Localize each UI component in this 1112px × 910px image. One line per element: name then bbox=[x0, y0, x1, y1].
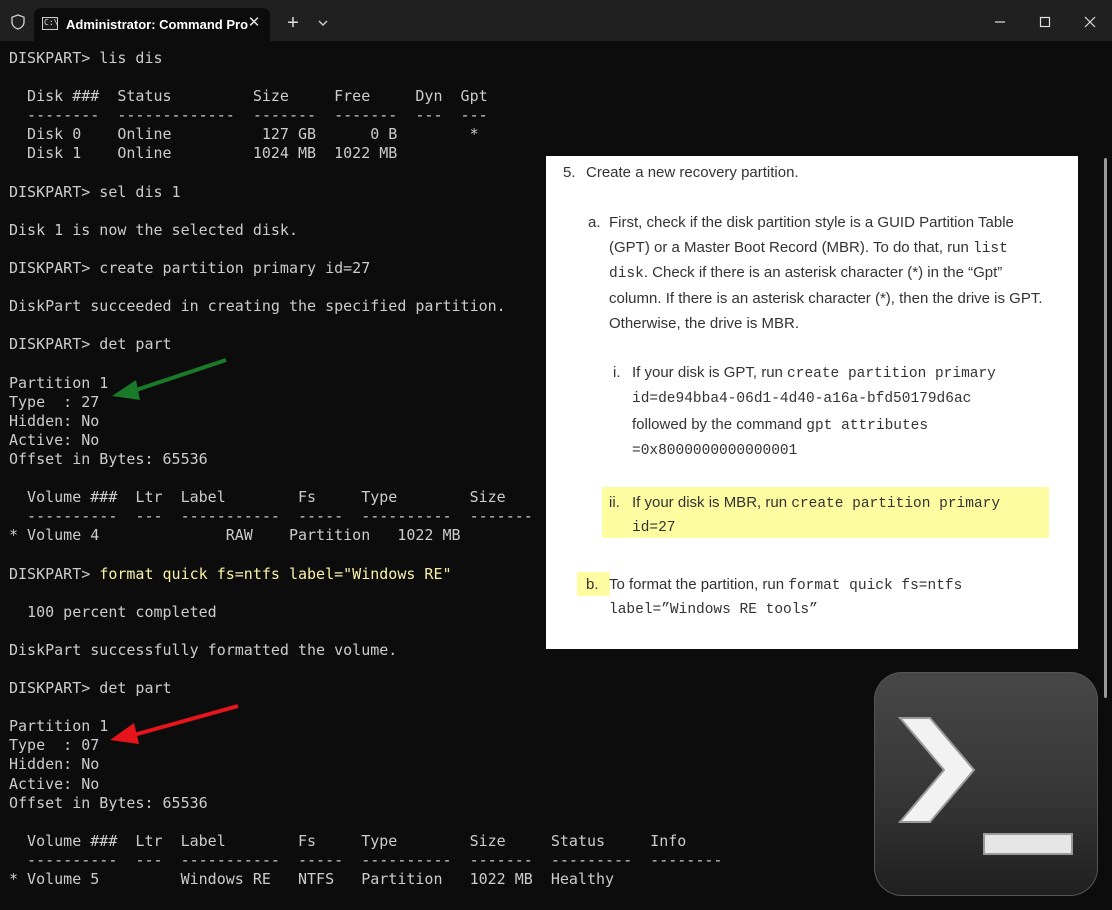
substep-label: ii. bbox=[609, 494, 620, 511]
terminal-line: Volume ### Ltr Label Fs Type Size Status… bbox=[9, 831, 687, 850]
terminal-tab-icon: C:\ bbox=[42, 17, 58, 30]
substep-label: i. bbox=[613, 364, 621, 381]
terminal-line: Active: No bbox=[9, 774, 100, 793]
substep-text: If your disk is MBR, run create partitio… bbox=[632, 494, 1001, 512]
code-text: id=de94bba4-06d1-4d40-a16a-bfd50179d6ac bbox=[632, 391, 972, 407]
terminal-command: format quick fs=ntfs label="Windows RE" bbox=[99, 564, 452, 583]
substep-text: disk. Check if there is an asterisk char… bbox=[609, 264, 1003, 282]
shield-icon bbox=[11, 14, 25, 30]
substep-label: a. bbox=[588, 214, 601, 231]
title-bar: C:\ Administrator: Command Pro ✕ + bbox=[0, 0, 1112, 41]
code-text: =0x8000000000000001 bbox=[632, 443, 798, 459]
terminal-line: Disk ### Status Size Free Dyn Gpt bbox=[9, 87, 488, 106]
code-text: id=27 bbox=[632, 520, 676, 536]
code-text: label=”Windows RE tools” bbox=[609, 602, 818, 618]
substep-text: To format the partition, run format quic… bbox=[609, 576, 963, 594]
step-title: Create a new recovery partition. bbox=[586, 164, 799, 181]
green-arrow-icon bbox=[112, 358, 227, 400]
terminal-line: * Volume 5 Windows RE NTFS Partition 102… bbox=[9, 870, 615, 889]
window-close-icon[interactable] bbox=[1078, 12, 1102, 32]
substep-text: If your disk is GPT, run create partitio… bbox=[632, 364, 996, 382]
scrollbar[interactable] bbox=[1104, 158, 1107, 698]
powershell-icon bbox=[874, 672, 1098, 896]
red-arrow-icon bbox=[110, 704, 239, 744]
tab-title: Administrator: Command Pro bbox=[66, 17, 249, 32]
plus-icon[interactable]: + bbox=[283, 13, 303, 33]
terminal-prompt: DISKPART> bbox=[9, 564, 100, 583]
terminal-line: DISKPART> det part bbox=[9, 679, 172, 698]
minimize-icon[interactable] bbox=[988, 12, 1012, 32]
close-icon[interactable]: ✕ bbox=[246, 15, 262, 31]
terminal-line: DISKPART> lis dis bbox=[9, 49, 163, 67]
substep-text: (GPT) or a Master Boot Record (MBR). To … bbox=[609, 239, 1008, 257]
chevron-down-icon[interactable] bbox=[314, 14, 332, 32]
maximize-icon[interactable] bbox=[1033, 12, 1057, 32]
tab-command-prompt[interactable]: C:\ Administrator: Command Pro ✕ bbox=[34, 8, 270, 41]
instructions-panel: 5. Create a new recovery partition. a. F… bbox=[546, 156, 1078, 649]
terminal-line: Offset in Bytes: 65536 bbox=[9, 793, 208, 812]
step-number: 5. bbox=[563, 164, 576, 181]
terminal-line: -------- ------------- ------- ------- -… bbox=[9, 106, 488, 125]
substep-label: b. bbox=[586, 576, 599, 593]
terminal-line: Hidden: No bbox=[9, 755, 100, 774]
substep-text: Otherwise, the drive is MBR. bbox=[609, 315, 800, 332]
substep-text: First, check if the disk partition style… bbox=[609, 214, 1014, 231]
terminal-line: Disk 0 Online 127 GB 0 B * bbox=[9, 125, 479, 144]
substep-text: followed by the command gpt attributes bbox=[632, 416, 929, 434]
substep-text: column. If there is an asterisk characte… bbox=[609, 290, 1043, 307]
terminal-line: ---------- --- ----------- ----- -------… bbox=[9, 850, 723, 869]
